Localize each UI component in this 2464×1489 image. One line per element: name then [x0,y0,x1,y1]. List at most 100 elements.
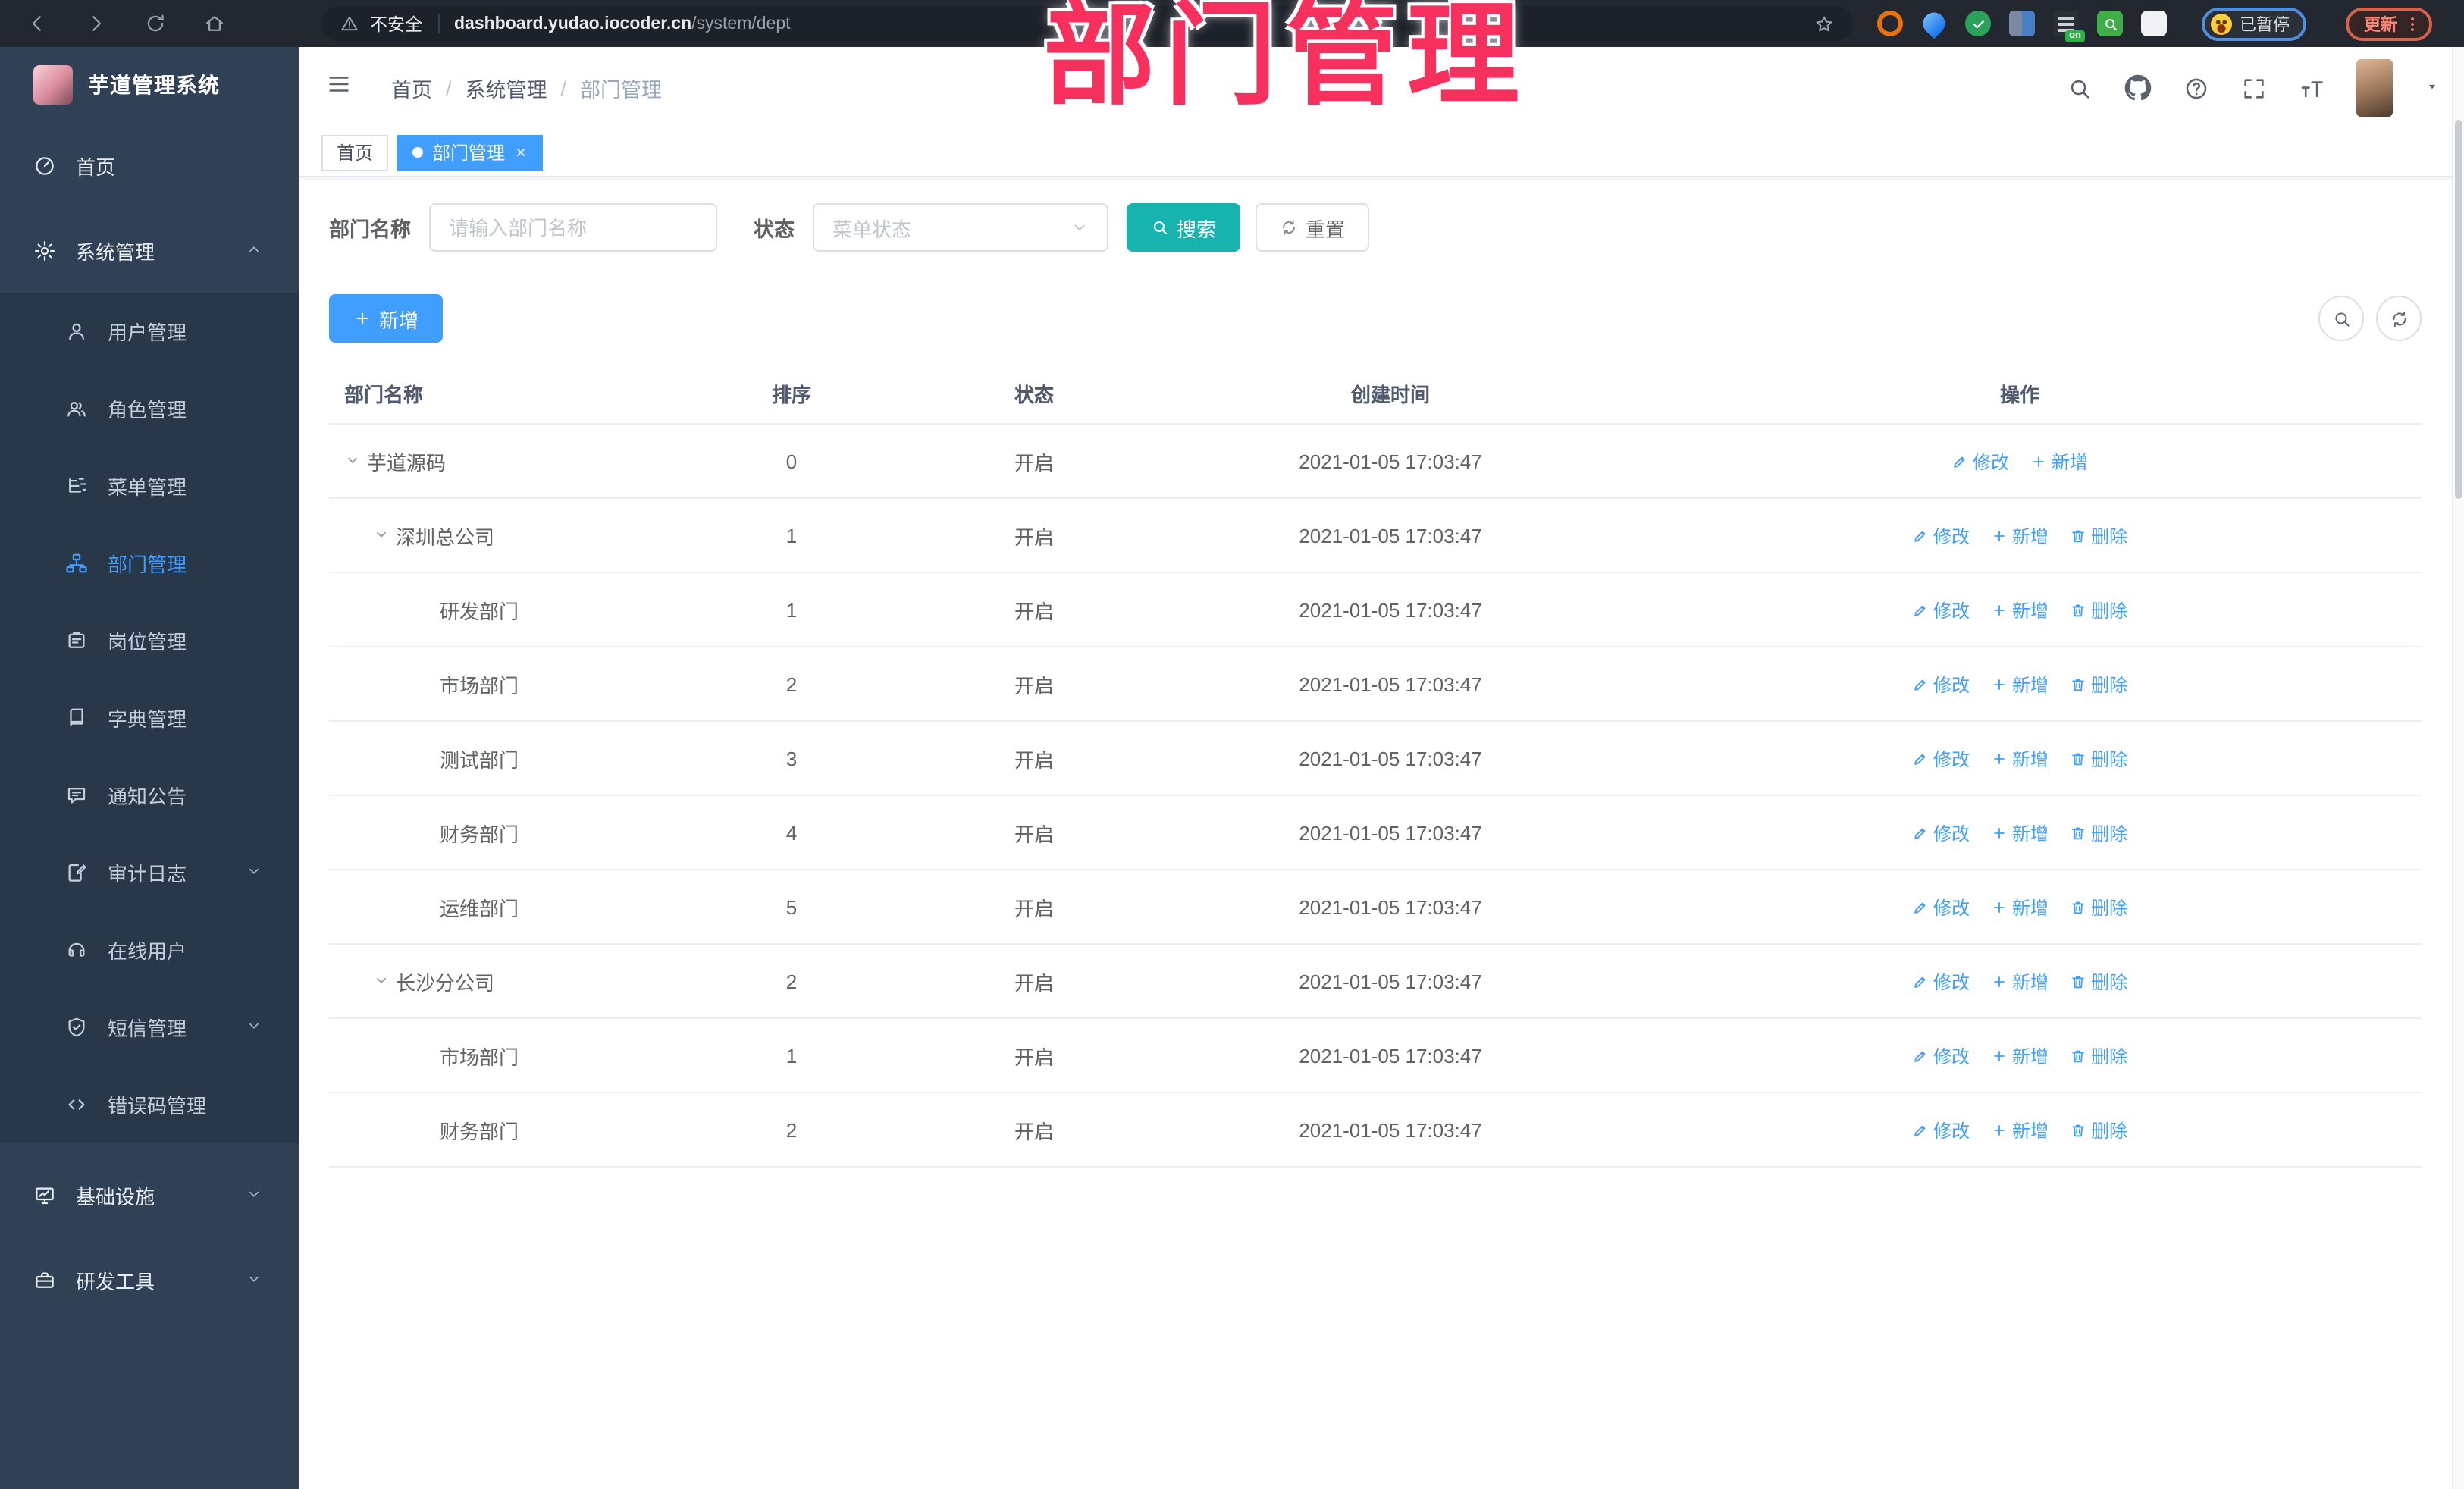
header-search-icon[interactable] [2067,75,2093,101]
breadcrumb-item[interactable]: 首页 [391,73,432,103]
plus-action-link[interactable]: 新增 [1991,1042,2049,1068]
trash-action-link[interactable]: 删除 [2070,597,2127,622]
trash-icon [2070,527,2086,544]
search-button[interactable]: 搜索 [1127,203,1241,252]
tree-expand-icon[interactable] [373,524,390,547]
plus-action-link[interactable]: 新增 [1991,820,2049,845]
update-label: 更新 [2364,16,2397,34]
github-icon[interactable] [2124,74,2152,102]
sidebar-item-10[interactable]: 在线用户 [0,911,299,989]
back-icon[interactable] [26,12,49,35]
sidebar-item-2[interactable]: 用户管理 [0,293,299,370]
sidebar-item-5[interactable]: 部门管理 [0,525,299,602]
forward-icon[interactable] [85,12,108,35]
trash-action-link[interactable]: 删除 [2070,522,2127,548]
plus-action-link[interactable]: 新增 [1991,522,2049,548]
status-select[interactable]: 菜单状态 [813,203,1108,252]
tree-expand-icon[interactable] [344,450,361,472]
edit-action-link[interactable]: 修改 [1912,522,1970,548]
pin-extension-icon[interactable] [1918,8,1950,39]
plus-action-link[interactable]: 新增 [1991,745,2049,771]
edit-icon [1912,973,1929,989]
address-bar[interactable]: 不安全 dashboard.yudao.iocoder.cn/system/de… [321,6,1853,41]
plus-action-link[interactable]: 新增 [2030,448,2088,474]
plus-action-link[interactable]: 新增 [1991,1117,2049,1143]
trash-action-link[interactable]: 删除 [2070,671,2127,697]
plus-action-link[interactable]: 新增 [1991,968,2049,994]
page-scrollbar[interactable] [2452,47,2464,1489]
search-extension-icon[interactable] [2097,11,2123,36]
edit-action-link[interactable]: 修改 [1912,820,1970,845]
trash-action-link[interactable]: 删除 [2070,745,2127,771]
font-size-icon[interactable] [2299,75,2324,101]
sidebar-item-8[interactable]: 通知公告 [0,757,299,834]
app-logo-row[interactable]: 芋道管理系统 [0,47,299,123]
paused-label: 已暂停 [2240,16,2290,34]
translate-on-extension-icon[interactable]: on [2053,11,2085,42]
plus-icon [1991,750,2008,766]
reset-button[interactable]: 重置 [1256,203,1370,252]
chrome-update-button[interactable]: 更新 [2346,7,2432,40]
edit-action-link[interactable]: 修改 [1912,671,1970,697]
refresh-table-button[interactable] [2376,296,2422,341]
plus-action-link[interactable]: 新增 [1991,671,2049,697]
bookmark-star-icon[interactable] [1814,13,1835,34]
sidebar-item-label: 用户管理 [108,321,187,344]
edit-action-link[interactable]: 修改 [1912,968,1970,994]
log-icon [65,861,88,884]
edit-icon [1912,824,1929,841]
sidebar-item-3[interactable]: 角色管理 [0,370,299,447]
sidebar-item-7[interactable]: 字典管理 [0,679,299,757]
tab-0[interactable]: 首页 [321,134,389,171]
scrollbar-thumb[interactable] [2455,120,2462,499]
edit-action-link[interactable]: 修改 [1951,448,2009,474]
avatar-caret-icon[interactable] [2425,74,2440,102]
sidebar-item-12[interactable]: 错误码管理 [0,1066,299,1143]
sidebar-item-0[interactable]: 首页 [0,123,299,208]
edit-action-link[interactable]: 修改 [1912,597,1970,622]
reload-icon[interactable] [144,12,167,35]
trash-action-link[interactable]: 删除 [2070,968,2127,994]
chevron-up-icon [246,239,262,262]
breadcrumb-item[interactable]: 系统管理 [466,73,547,103]
dept-name: 市场部门 [440,674,519,697]
plus-action-link[interactable]: 新增 [1991,894,2049,920]
collapse-menu-button[interactable] [326,71,352,105]
dept-name: 长沙分公司 [396,971,495,994]
trash-action-link[interactable]: 删除 [2070,1117,2127,1143]
edit-action-link[interactable]: 修改 [1912,1117,1970,1143]
sidebar-item-6[interactable]: 岗位管理 [0,602,299,679]
sidebar-item-label: 研发工具 [76,1270,155,1293]
sidebar-item-14[interactable]: 研发工具 [0,1237,299,1322]
check-extension-icon[interactable] [1965,11,1991,36]
browser-menu-dots-icon[interactable] [2403,14,2422,33]
created-cell: 2021-01-05 17:03:47 [1299,450,1482,472]
dept-name-input[interactable] [429,203,717,252]
puzzle-extension-icon[interactable] [2141,11,2167,36]
toggle-search-button[interactable] [2318,296,2364,341]
grid-extension-icon[interactable] [2009,11,2035,36]
edit-action-link[interactable]: 修改 [1912,745,1970,771]
edit-action-link[interactable]: 修改 [1912,894,1970,920]
edit-action-link[interactable]: 修改 [1912,1042,1970,1068]
trash-action-link[interactable]: 删除 [2070,820,2127,845]
trash-action-link[interactable]: 删除 [2070,1042,2127,1068]
tab-1[interactable]: 部门管理 [397,134,544,171]
plus-action-link[interactable]: 新增 [1991,597,2049,622]
fullscreen-icon[interactable] [2241,75,2267,101]
trash-action-link[interactable]: 删除 [2070,894,2127,920]
tree-expand-icon[interactable] [373,970,390,992]
ring-extension-icon[interactable] [1877,11,1903,36]
plus-icon [1991,1047,2008,1064]
sidebar-item-13[interactable]: 基础设施 [0,1152,299,1237]
sidebar-item-4[interactable]: 菜单管理 [0,447,299,525]
home-icon[interactable] [203,12,226,35]
profile-paused-button[interactable]: 已暂停 [2202,7,2306,40]
sidebar-item-9[interactable]: 审计日志 [0,834,299,911]
add-button[interactable]: 新增 [329,294,444,343]
help-icon[interactable] [2183,75,2209,101]
sidebar: 芋道管理系统 首页 系统管理 用户管理 角色管理 菜单管理 部门管理 岗位管理 … [0,47,299,1489]
user-avatar[interactable] [2356,59,2393,117]
sidebar-item-11[interactable]: 短信管理 [0,989,299,1066]
sidebar-item-1[interactable]: 系统管理 [0,208,299,293]
